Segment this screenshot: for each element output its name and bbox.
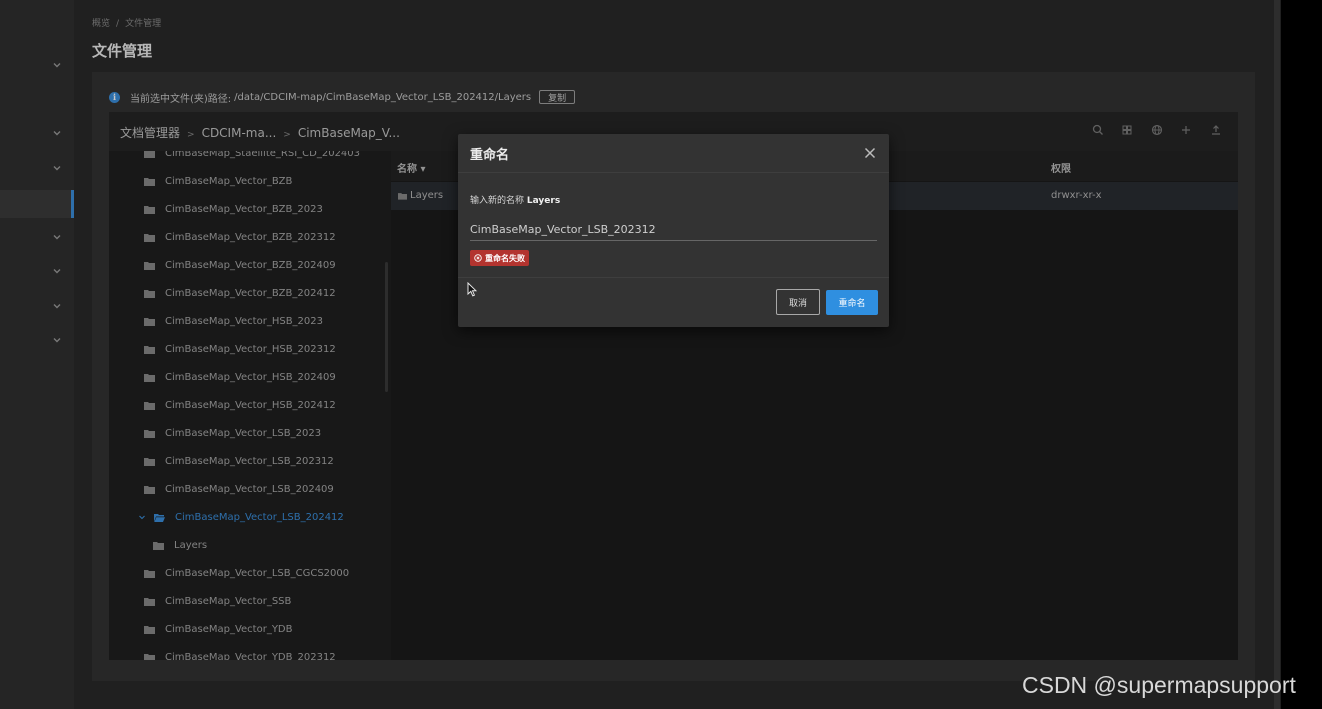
rename-prompt-text: 输入新的名称 [470,196,525,206]
rename-dialog: 重命名 输入新的名称 Layers 重命名失败 取消 重命名 [458,134,889,327]
new-name-input[interactable] [470,218,877,241]
rename-target-name: Layers [526,196,561,206]
cancel-button[interactable]: 取消 [776,289,820,315]
error-message: 重命名失败 [485,253,525,263]
modal-overlay[interactable] [0,0,1281,709]
dialog-title: 重命名 [470,148,510,163]
watermark: CSDN @supermapsupport [1022,672,1296,698]
error-circle-icon [474,254,482,262]
error-badge: 重命名失败 [470,250,529,266]
rename-button[interactable]: 重命名 [826,290,878,315]
rename-prompt: 输入新的名称 Layers [470,193,560,206]
dialog-divider [458,277,889,278]
dialog-divider [458,172,889,173]
mouse-cursor-icon [467,282,477,297]
close-icon[interactable] [862,145,878,161]
screen-margin [1281,0,1322,709]
